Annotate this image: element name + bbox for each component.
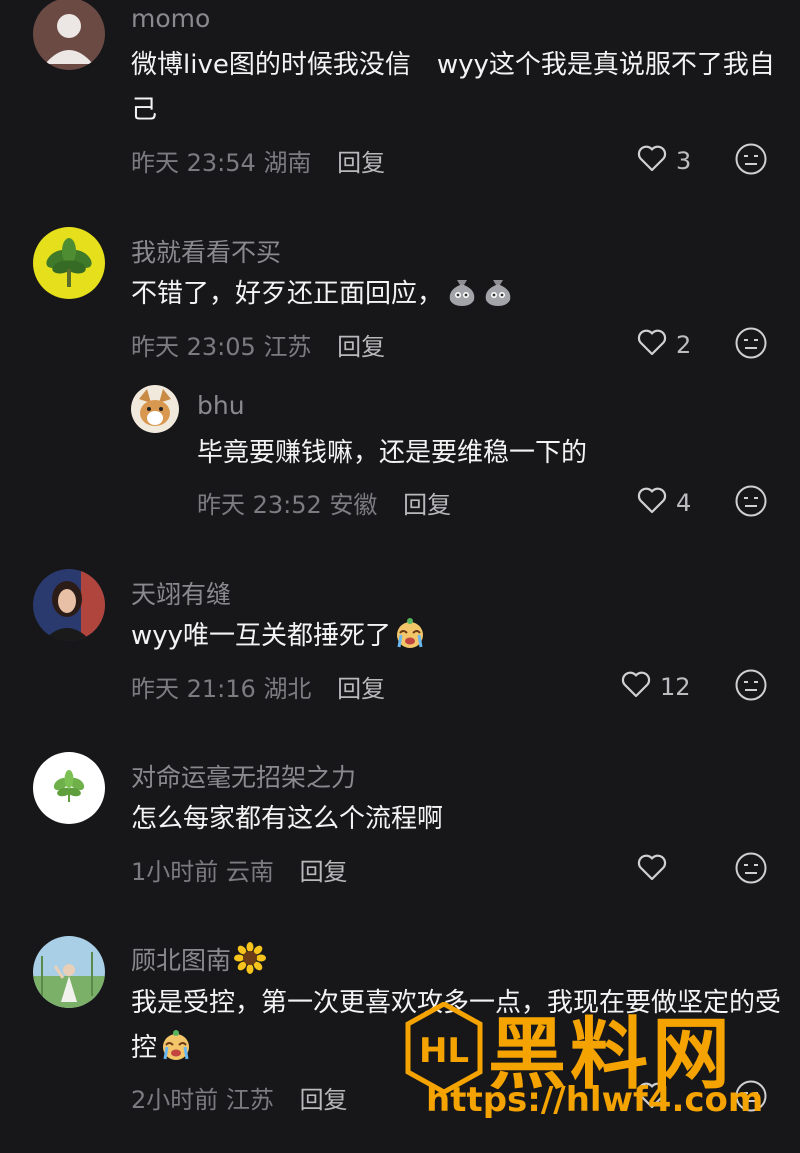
like-button[interactable]: 12 bbox=[620, 669, 691, 705]
username[interactable]: momo bbox=[131, 4, 210, 33]
comment-text: 毕竟要赚钱嘛，还是要维稳一下的 bbox=[197, 438, 588, 468]
avatar[interactable] bbox=[33, 227, 105, 299]
neutral-face-icon[interactable] bbox=[734, 668, 768, 702]
comment-location: 湖南 bbox=[263, 149, 312, 177]
comment-location: 江苏 bbox=[225, 1086, 274, 1114]
like-button[interactable] bbox=[636, 852, 676, 888]
comment-meta: 昨天 23:05 江苏 回复 bbox=[131, 327, 385, 362]
username[interactable]: 顾北图南 bbox=[131, 941, 267, 977]
money-bag-emoji bbox=[445, 274, 479, 308]
comment-text: 怎么每家都有这么个流程啊 bbox=[131, 804, 444, 834]
crying-face-emoji bbox=[393, 616, 427, 650]
like-button[interactable]: 2 bbox=[636, 327, 691, 363]
comment-time: 1小时前 bbox=[131, 858, 219, 886]
comment-time: 昨天 21:16 bbox=[131, 675, 256, 703]
comment-time: 昨天 23:54 bbox=[131, 149, 256, 177]
avatar[interactable] bbox=[33, 569, 105, 641]
reply-button[interactable]: 回复 bbox=[300, 858, 348, 886]
watermark: HL 黑料网 https://hlwf4.com bbox=[404, 994, 774, 1124]
avatar[interactable] bbox=[33, 752, 105, 824]
comment-location: 安徽 bbox=[329, 491, 378, 519]
like-count: 4 bbox=[676, 489, 692, 517]
neutral-face-icon[interactable] bbox=[734, 851, 768, 885]
comment-meta: 昨天 23:52 安徽 回复 bbox=[197, 485, 451, 520]
sunflower-emoji bbox=[233, 941, 267, 975]
username[interactable]: 我就看看不买 bbox=[131, 233, 281, 269]
watermark-url: https://hlwf4.com bbox=[426, 1080, 764, 1120]
like-button[interactable]: 3 bbox=[636, 143, 691, 179]
neutral-face-icon[interactable] bbox=[734, 484, 768, 518]
avatar[interactable] bbox=[33, 0, 105, 70]
heart-outline-icon bbox=[620, 669, 652, 705]
comment-location: 江苏 bbox=[263, 333, 312, 361]
avatar[interactable] bbox=[131, 385, 179, 433]
comment-time: 2小时前 bbox=[131, 1086, 219, 1114]
reply-button[interactable]: 回复 bbox=[403, 491, 451, 519]
comment-text-body: wyy唯一互关都捶死了 bbox=[131, 621, 392, 651]
comment-meta: 昨天 23:54 湖南 回复 bbox=[131, 143, 385, 178]
neutral-face-icon[interactable] bbox=[734, 142, 768, 176]
reply-button[interactable]: 回复 bbox=[337, 675, 385, 703]
comment-location: 云南 bbox=[225, 858, 274, 886]
avatar[interactable] bbox=[33, 936, 105, 1008]
comment-time: 昨天 23:05 bbox=[131, 333, 256, 361]
money-bag-emoji bbox=[481, 274, 515, 308]
reply-button[interactable]: 回复 bbox=[337, 333, 385, 361]
like-count: 3 bbox=[676, 147, 692, 175]
comment-text-body: 不错了，好歹还正面回应， bbox=[131, 279, 444, 309]
neutral-face-icon[interactable] bbox=[734, 326, 768, 360]
reply-button[interactable]: 回复 bbox=[300, 1086, 348, 1114]
comment-location: 湖北 bbox=[263, 675, 312, 703]
heart-outline-icon bbox=[636, 327, 668, 363]
heart-outline-icon bbox=[636, 852, 668, 888]
crying-face-emoji bbox=[159, 1028, 193, 1062]
comment-meta: 2小时前 江苏 回复 bbox=[131, 1080, 348, 1115]
watermark-logo-text: HL bbox=[419, 1031, 469, 1071]
comment-text: 微博live图的时候我没信 wyy这个我是真说服不了我自己 bbox=[131, 50, 775, 125]
comment-text: wyy唯一互关都捶死了 bbox=[131, 614, 781, 659]
comment-time: 昨天 23:52 bbox=[197, 491, 322, 519]
heart-outline-icon bbox=[636, 485, 668, 521]
username[interactable]: bhu bbox=[197, 391, 245, 420]
like-count: 12 bbox=[660, 673, 691, 701]
heart-outline-icon bbox=[636, 143, 668, 179]
username[interactable]: 天翊有缝 bbox=[131, 575, 231, 611]
comment-meta: 昨天 21:16 湖北 回复 bbox=[131, 669, 385, 704]
username[interactable]: 对命运毫无招架之力 bbox=[131, 758, 356, 794]
comment-meta: 1小时前 云南 回复 bbox=[131, 852, 348, 887]
like-button[interactable]: 4 bbox=[636, 485, 691, 521]
like-count: 2 bbox=[676, 331, 692, 359]
reply-button[interactable]: 回复 bbox=[337, 149, 385, 177]
comment-text: 不错了，好歹还正面回应， bbox=[131, 272, 781, 317]
username-text: 顾北图南 bbox=[131, 946, 232, 975]
